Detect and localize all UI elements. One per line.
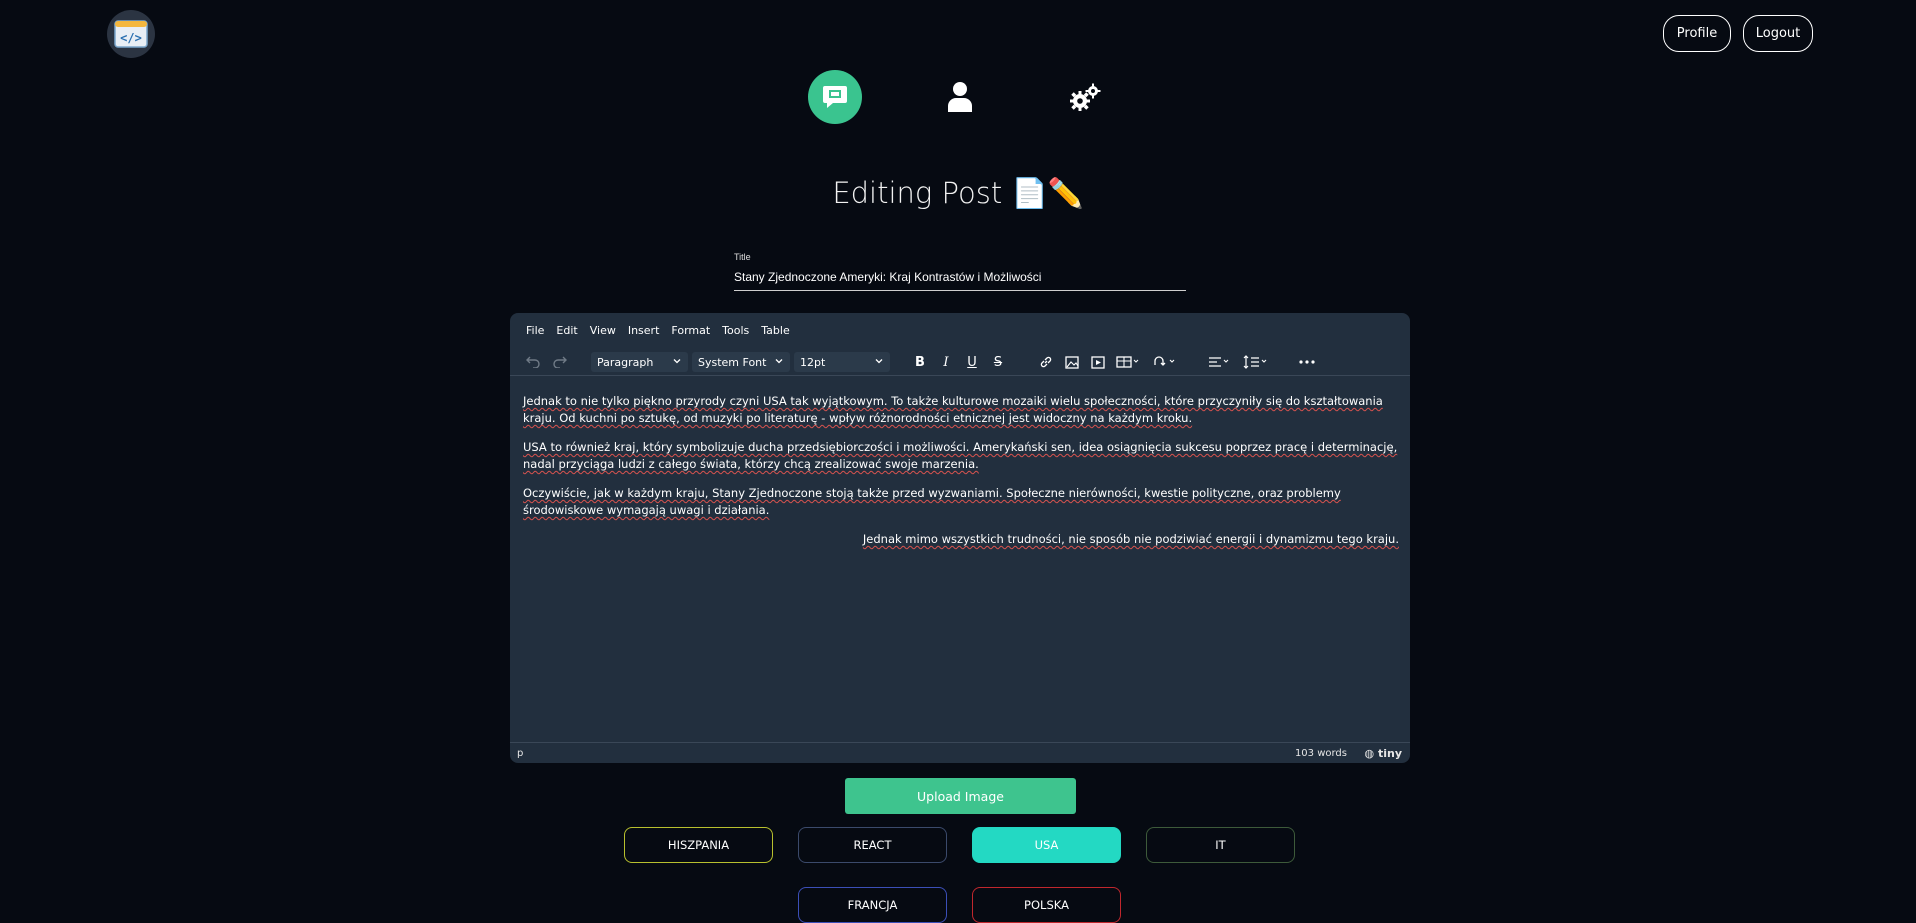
element-path[interactable]: p bbox=[517, 748, 523, 759]
menu-insert[interactable]: Insert bbox=[628, 324, 660, 337]
italic-icon[interactable]: I bbox=[937, 352, 955, 372]
line-height-icon[interactable] bbox=[1242, 352, 1270, 372]
page-title: Editing Post 📄✏️ bbox=[832, 176, 1084, 210]
image-icon[interactable] bbox=[1063, 352, 1081, 372]
block-format-value: Paragraph bbox=[597, 355, 654, 369]
underline-icon[interactable]: U bbox=[963, 352, 981, 372]
app-logo[interactable]: </> bbox=[107, 10, 155, 58]
rich-text-editor[interactable]: File Edit View Insert Format Tools Table… bbox=[510, 313, 1410, 763]
tag-francja[interactable]: FRANCJA bbox=[798, 887, 947, 923]
chat-post-icon bbox=[823, 86, 847, 108]
menu-edit[interactable]: Edit bbox=[556, 324, 577, 337]
editor-toolbar: Paragraph System Font 12pt B I U S bbox=[510, 349, 1410, 376]
paragraph: Oczywiście, jak w każdym kraju, Stany Zj… bbox=[523, 486, 1341, 517]
chevron-down-icon bbox=[775, 359, 783, 364]
more-icon[interactable] bbox=[1297, 352, 1317, 372]
chevron-down-icon bbox=[673, 359, 681, 364]
paragraph: USA to również kraj, który symbolizuje d… bbox=[523, 440, 1398, 471]
tag-usa[interactable]: USA bbox=[972, 827, 1121, 863]
tiny-brand[interactable]: ◍ tiny bbox=[1365, 747, 1402, 760]
redo-icon[interactable] bbox=[550, 352, 570, 372]
editor-menubar: File Edit View Insert Format Tools Table bbox=[526, 324, 802, 337]
editor-content[interactable]: Jednak to nie tylko piękno przyrody czyn… bbox=[523, 393, 1399, 560]
menu-format[interactable]: Format bbox=[671, 324, 710, 337]
font-size-value: 12pt bbox=[800, 355, 826, 369]
upload-image-button[interactable]: Upload Image bbox=[845, 778, 1076, 814]
title-label: Title bbox=[734, 252, 751, 262]
font-family-select[interactable]: System Font bbox=[692, 352, 790, 372]
link-icon[interactable] bbox=[1037, 352, 1055, 372]
undo-icon[interactable] bbox=[523, 352, 543, 372]
menu-tools[interactable]: Tools bbox=[722, 324, 749, 337]
gears-icon bbox=[1070, 83, 1101, 111]
paragraph: Jednak mimo wszystkich trudności, nie sp… bbox=[862, 532, 1399, 546]
nav-profile[interactable] bbox=[933, 70, 987, 124]
editor-statusbar: p 103 words ◍ tiny bbox=[510, 742, 1410, 763]
tiny-brand-label: tiny bbox=[1377, 746, 1402, 760]
code-window-icon: </> bbox=[114, 20, 148, 48]
insert-special-icon[interactable] bbox=[1151, 352, 1179, 372]
nav-posts[interactable] bbox=[808, 70, 862, 124]
tag-it[interactable]: IT bbox=[1146, 827, 1295, 863]
block-format-select[interactable]: Paragraph bbox=[591, 352, 688, 372]
font-family-value: System Font bbox=[698, 355, 767, 369]
tiny-logo-icon: ◍ bbox=[1364, 746, 1375, 760]
logout-button[interactable]: Logout bbox=[1743, 15, 1813, 52]
tag-polska[interactable]: POLSKA bbox=[972, 887, 1121, 923]
menu-view[interactable]: View bbox=[590, 324, 616, 337]
svg-text:</>: </> bbox=[120, 31, 142, 45]
font-size-select[interactable]: 12pt bbox=[794, 352, 890, 372]
paragraph: Jednak to nie tylko piękno przyrody czyn… bbox=[523, 394, 1383, 425]
tag-hiszpania[interactable]: HISZPANIA bbox=[624, 827, 773, 863]
media-icon[interactable] bbox=[1089, 352, 1107, 372]
title-field[interactable]: Title Stany Zjednoczone Ameryki: Kraj Ko… bbox=[734, 252, 1186, 291]
strikethrough-icon[interactable]: S bbox=[989, 352, 1007, 372]
table-icon[interactable] bbox=[1115, 352, 1141, 372]
title-input[interactable]: Stany Zjednoczone Ameryki: Kraj Kontrast… bbox=[734, 270, 1186, 291]
user-icon bbox=[948, 82, 972, 112]
profile-button[interactable]: Profile bbox=[1663, 15, 1731, 52]
word-count[interactable]: 103 words bbox=[1295, 748, 1347, 759]
menu-file[interactable]: File bbox=[526, 324, 544, 337]
menu-table[interactable]: Table bbox=[761, 324, 789, 337]
bold-icon[interactable]: B bbox=[911, 352, 929, 372]
chevron-down-icon bbox=[875, 359, 883, 364]
align-icon[interactable] bbox=[1207, 352, 1233, 372]
nav-settings[interactable] bbox=[1058, 70, 1112, 124]
tag-react[interactable]: REACT bbox=[798, 827, 947, 863]
